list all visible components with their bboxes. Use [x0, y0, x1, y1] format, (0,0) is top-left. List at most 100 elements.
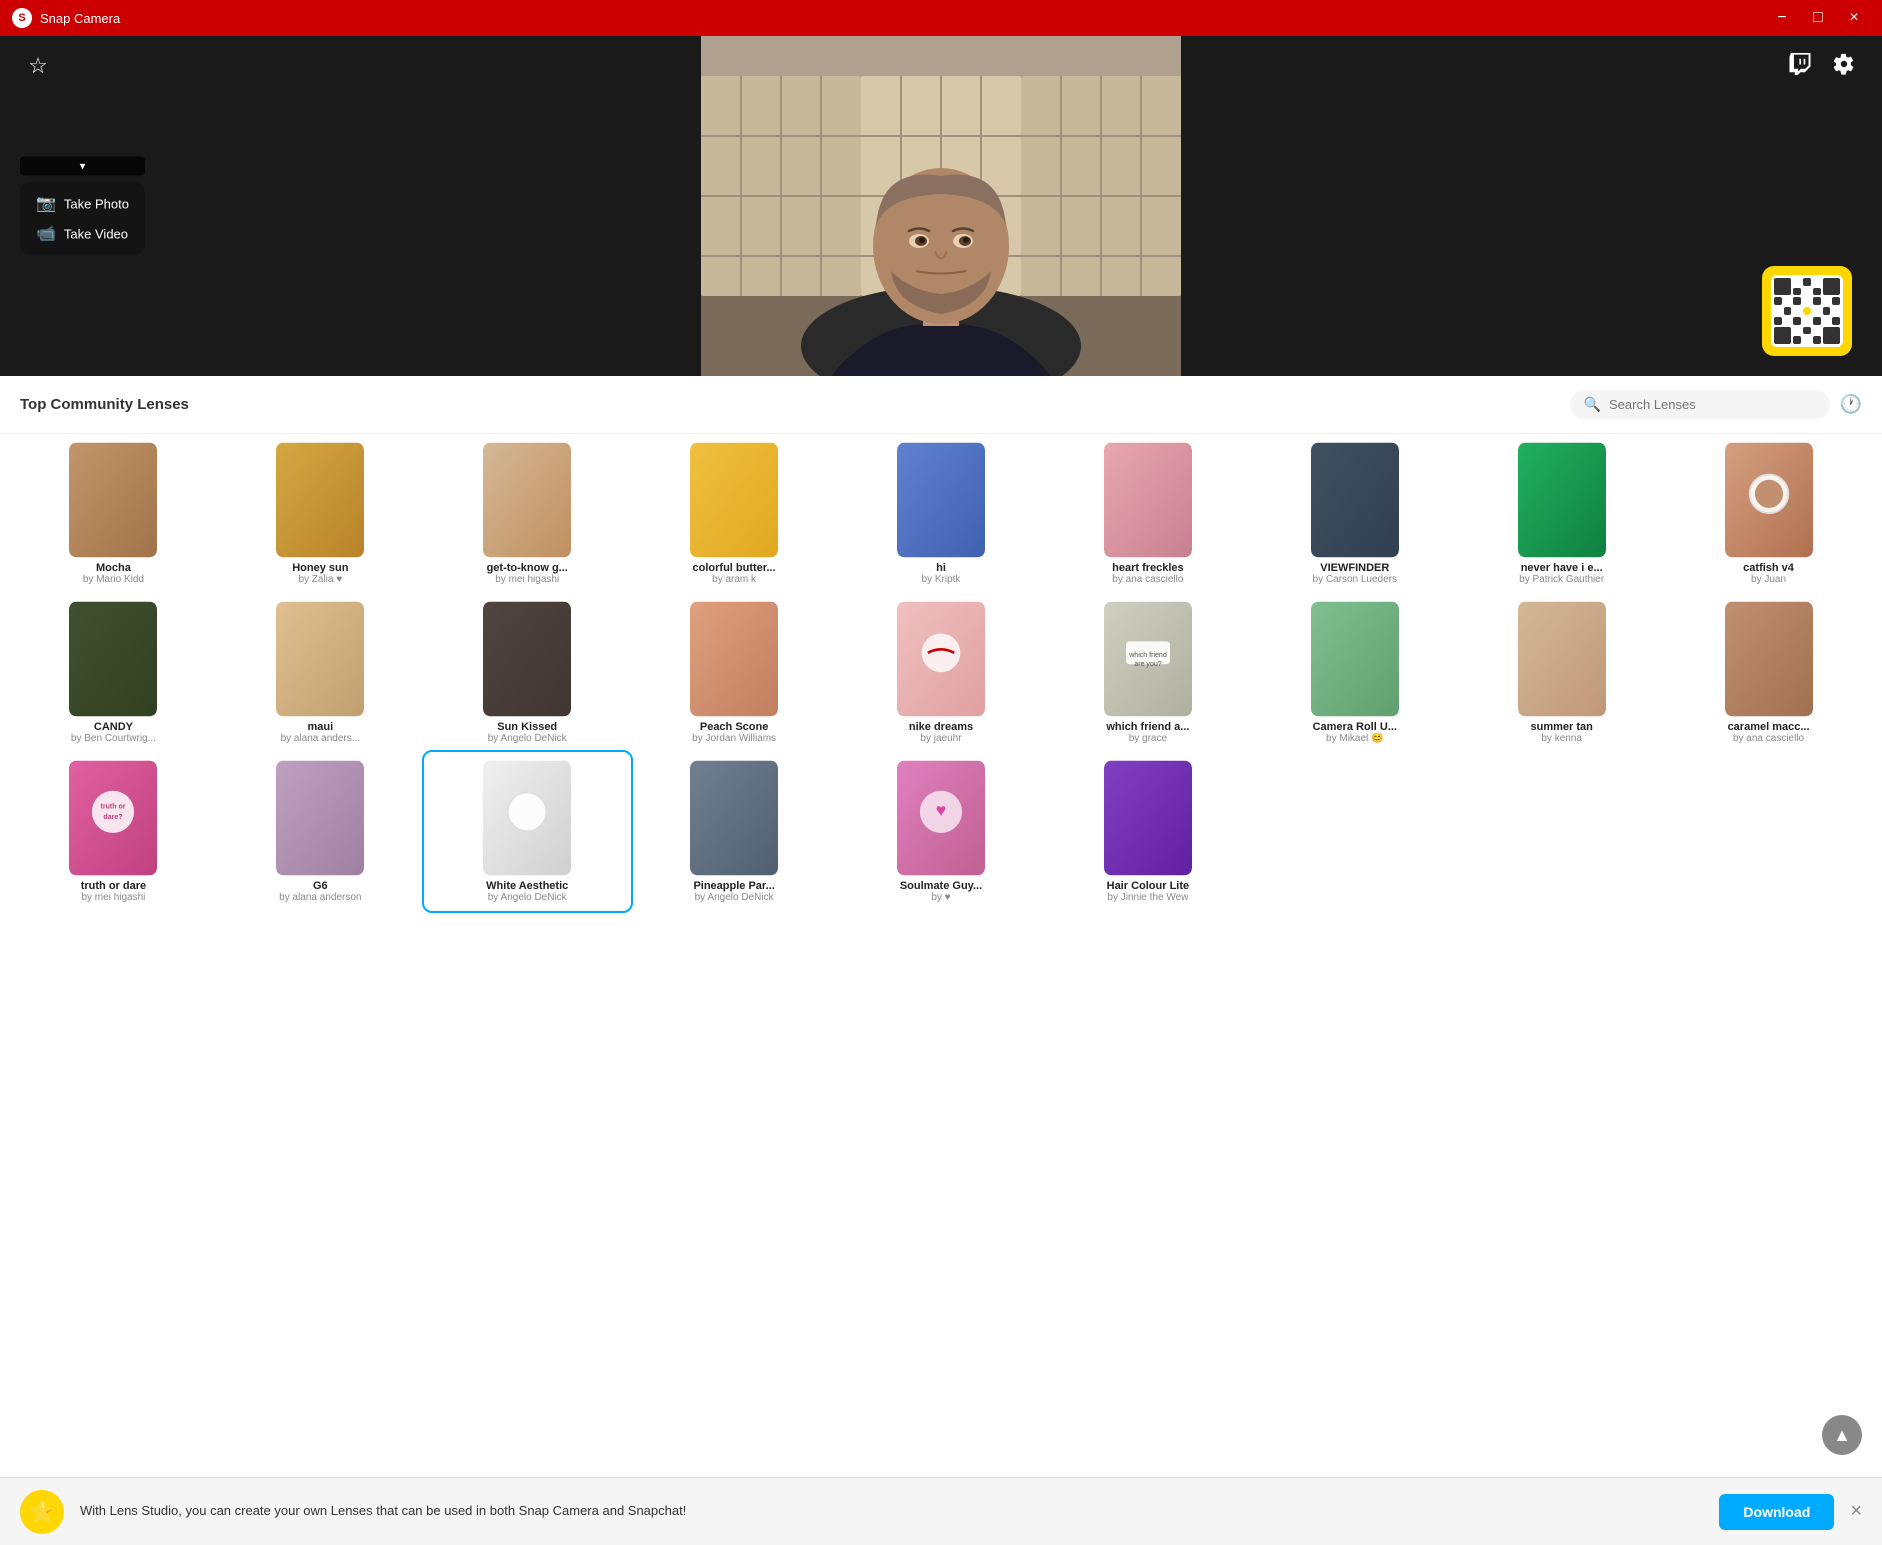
lens-thumbnail [69, 442, 157, 558]
lens-item[interactable]: Camera Roll U... by Mikael 😊 [1251, 593, 1458, 752]
lens-thumbnail [690, 760, 778, 876]
lens-thumbnail [1311, 442, 1399, 558]
lens-name: G6 [313, 880, 328, 892]
lens-thumbnail [483, 601, 571, 717]
svg-text:which friend: which friend [1128, 652, 1167, 659]
lens-thumbnail: ♥ [897, 760, 985, 876]
lens-item[interactable]: Hair Colour Lite by Jinnie the Wew [1044, 752, 1251, 911]
lens-item[interactable]: Sun Kissed by Angelo DeNick [424, 593, 631, 752]
lens-author: by Jordan Williams [692, 733, 776, 744]
lens-item[interactable]: which friend are you? which friend a... b… [1044, 593, 1251, 752]
lens-name: CANDY [94, 721, 133, 733]
lens-author: by Angelo DeNick [488, 733, 567, 744]
settings-button[interactable] [1826, 48, 1862, 84]
svg-text:are you?: are you? [1134, 661, 1161, 668]
lens-item[interactable]: Pineapple Par... by Angelo DeNick [631, 752, 838, 911]
lens-thumbnail: which friend are you? [1104, 601, 1192, 717]
history-button[interactable]: 🕐 [1840, 394, 1862, 415]
lens-name: Pineapple Par... [693, 880, 774, 892]
lens-thumbnail [1104, 442, 1192, 558]
lens-name: which friend a... [1106, 721, 1189, 733]
svg-text:truth or: truth or [101, 803, 126, 810]
lens-author: by Patrick Gauthier [1519, 574, 1604, 585]
controls-dropdown[interactable]: ▾ [20, 157, 145, 176]
svg-text:dare?: dare? [104, 814, 123, 821]
search-area: 🔍 🕐 [1570, 390, 1862, 419]
lens-item[interactable]: nike dreams by jaeuhr [838, 593, 1045, 752]
lens-thumbnail [897, 442, 985, 558]
lens-item[interactable]: Honey sun by Zalia ♥ [217, 434, 424, 593]
lens-thumbnail [897, 601, 985, 717]
controls-card: 📷 Take Photo 📹 Take Video [20, 182, 145, 256]
lens-item[interactable]: VIEWFINDER by Carson Lueders [1251, 434, 1458, 593]
favorite-button[interactable]: ☆ [20, 48, 56, 84]
lens-item[interactable]: catfish v4 by Juan [1665, 434, 1872, 593]
lens-name: Hair Colour Lite [1107, 880, 1190, 892]
lens-name: Honey sun [292, 562, 348, 574]
lens-name: Soulmate Guy... [900, 880, 982, 892]
titlebar: S Snap Camera − □ × [0, 0, 1882, 36]
lens-name: Peach Scone [700, 721, 768, 733]
lens-item[interactable]: colorful butter... by aram k [631, 434, 838, 593]
close-button[interactable]: × [1838, 2, 1870, 34]
take-photo-button[interactable]: 📷 Take Photo [36, 194, 129, 214]
twitch-button[interactable] [1782, 48, 1818, 84]
download-button[interactable]: Download [1719, 1494, 1834, 1530]
lens-item[interactable]: caramel macc... by ana casciello [1665, 593, 1872, 752]
video-icon: 📹 [36, 224, 56, 244]
lens-thumbnail [1311, 601, 1399, 717]
lens-author: by mei higashi [495, 574, 559, 585]
lens-thumbnail [483, 760, 571, 876]
app-logo: S [12, 8, 32, 28]
lens-item[interactable]: CANDY by Ben Courtwrig... [10, 593, 217, 752]
lens-item[interactable]: summer tan by kenna [1458, 593, 1665, 752]
lens-item[interactable]: ♥ Soulmate Guy... by ♥ [838, 752, 1045, 911]
lens-item[interactable]: G6 by alana anderson [217, 752, 424, 911]
lens-name: caramel macc... [1728, 721, 1810, 733]
lenses-panel: Top Community Lenses 🔍 🕐 [0, 376, 1882, 1477]
lens-author: by Mario Kidd [83, 574, 144, 585]
lens-item[interactable]: Mocha by Mario Kidd [10, 434, 217, 593]
lens-item[interactable]: maui by alana anders... [217, 593, 424, 752]
lens-item[interactable]: truth ordare? truth or dare by mei higas… [10, 752, 217, 911]
lens-author: by Mikael 😊 [1326, 733, 1383, 744]
lens-author: by Juan [1751, 574, 1786, 585]
lens-item[interactable]: heart freckles by ana casciello [1044, 434, 1251, 593]
lens-thumbnail [483, 442, 571, 558]
take-video-button[interactable]: 📹 Take Video [36, 224, 129, 244]
lens-name: hi [936, 562, 946, 574]
window-controls: − □ × [1766, 2, 1870, 34]
lens-thumbnail [1518, 442, 1606, 558]
lens-name: Camera Roll U... [1313, 721, 1397, 733]
lens-author: by Carson Lueders [1313, 574, 1398, 585]
close-banner-button[interactable]: × [1850, 1500, 1862, 1523]
lens-name: colorful butter... [693, 562, 776, 574]
lens-author: by ♥ [931, 892, 950, 903]
lens-name: nike dreams [909, 721, 973, 733]
minimize-button[interactable]: − [1766, 2, 1798, 34]
lens-author: by Angelo DeNick [695, 892, 774, 903]
lens-item[interactable]: White Aesthetic by Angelo DeNick [424, 752, 631, 911]
lens-item[interactable]: get-to-know g... by mei higashi [424, 434, 631, 593]
lens-item[interactable]: Peach Scone by Jordan Williams [631, 593, 838, 752]
lens-name: get-to-know g... [487, 562, 568, 574]
lens-name: VIEWFINDER [1320, 562, 1389, 574]
maximize-button[interactable]: □ [1802, 2, 1834, 34]
search-input[interactable] [1609, 397, 1816, 412]
lens-item[interactable]: never have i e... by Patrick Gauthier [1458, 434, 1665, 593]
lens-item[interactable]: hi by Kriptk [838, 434, 1045, 593]
lens-author: by aram k [712, 574, 756, 585]
lenses-grid: Mocha by Mario Kidd Honey sun by Zalia ♥ [0, 434, 1882, 911]
lens-author: by Ben Courtwrig... [71, 733, 156, 744]
search-box: 🔍 [1570, 390, 1830, 419]
scroll-top-button[interactable]: ▲ [1822, 1415, 1862, 1455]
banner-text: With Lens Studio, you can create your ow… [80, 1502, 1703, 1520]
lens-name: Sun Kissed [497, 721, 557, 733]
lens-thumbnail [690, 442, 778, 558]
lens-author: by grace [1129, 733, 1167, 744]
controls-panel: ▾ 📷 Take Photo 📹 Take Video [20, 157, 145, 256]
lens-author: by Angelo DeNick [488, 892, 567, 903]
lens-thumbnail [1104, 760, 1192, 876]
lens-thumbnail [69, 601, 157, 717]
lens-name: heart freckles [1112, 562, 1184, 574]
